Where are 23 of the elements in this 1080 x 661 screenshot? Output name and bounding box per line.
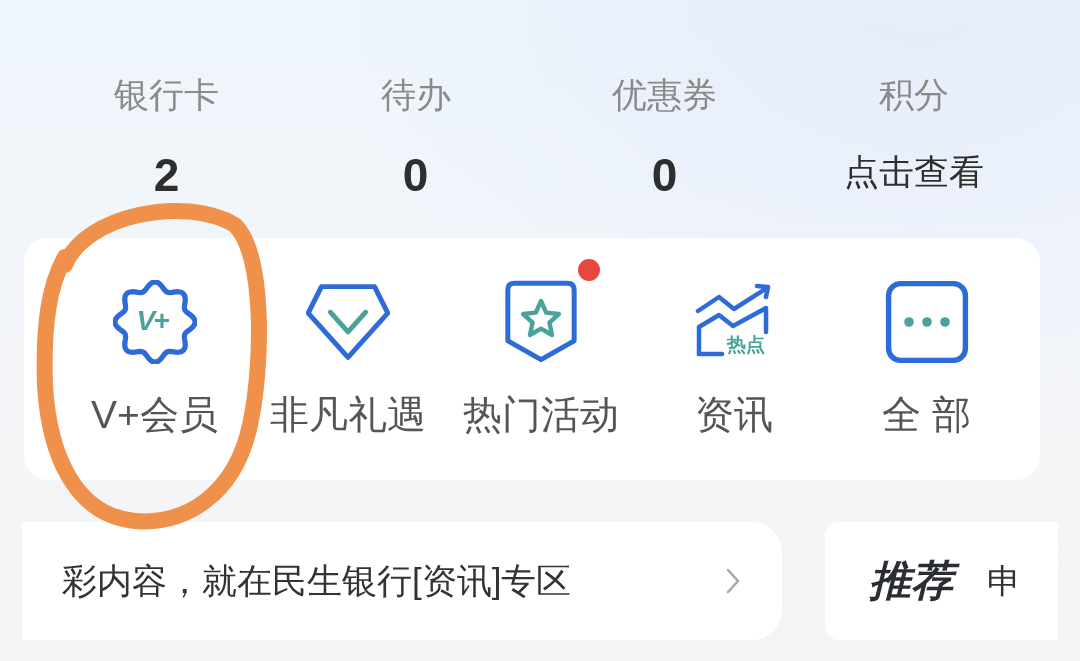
news-bar[interactable]: 彩内容，就在民生银行[资讯]专区 bbox=[22, 522, 782, 640]
shortcut-label[interactable]: V+会员 bbox=[91, 391, 218, 439]
more-icon bbox=[884, 280, 969, 364]
view-link[interactable]: 点击查看 bbox=[843, 147, 984, 197]
icon-text: 热点 bbox=[726, 334, 765, 356]
stat-label: 积分 bbox=[878, 74, 949, 116]
recommend-tag: 推荐 bbox=[867, 556, 961, 606]
stat-value: 2 bbox=[153, 148, 180, 202]
badge-icon bbox=[112, 280, 197, 364]
recommend-text: 申 bbox=[987, 561, 1021, 602]
stat-label: 待办 bbox=[380, 74, 451, 116]
shortcut-label[interactable]: 全 部 bbox=[882, 391, 971, 439]
icon-text: V+ bbox=[136, 305, 170, 337]
shortcut-label[interactable]: 热门活动 bbox=[462, 391, 619, 439]
stat-value: 0 bbox=[651, 148, 678, 202]
stat-value: 0 bbox=[402, 148, 429, 202]
stat-label: 银行卡 bbox=[114, 74, 219, 116]
chevron-right-icon bbox=[726, 568, 740, 594]
news-text: 彩内容，就在民生银行[资讯]专区 bbox=[62, 560, 572, 602]
recommend-card[interactable]: 推荐 申 bbox=[825, 522, 1058, 640]
shortcut-label[interactable]: 非凡礼遇 bbox=[269, 391, 426, 439]
stat-label: 优惠券 bbox=[612, 74, 717, 116]
shortcut-label[interactable]: 资讯 bbox=[694, 391, 773, 439]
